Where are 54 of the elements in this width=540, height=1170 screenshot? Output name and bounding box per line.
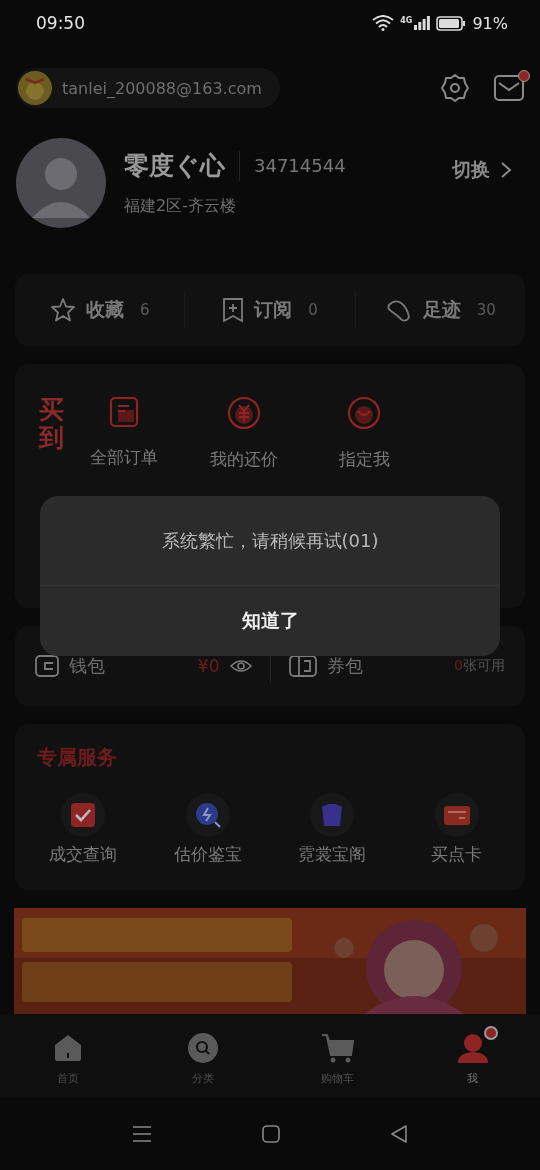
service-label[interactable]: 霓裳宝阁 xyxy=(298,843,367,866)
stat-label[interactable]: 收藏 xyxy=(85,297,124,323)
service-icon[interactable] xyxy=(434,793,479,837)
menu-icon[interactable] xyxy=(132,1125,152,1143)
eye-icon[interactable] xyxy=(229,659,252,673)
user-name: 零度ぐ心 xyxy=(124,150,225,182)
avatar-icon[interactable] xyxy=(16,138,106,228)
server-name: 福建2区-齐云楼 xyxy=(124,196,237,217)
star-icon[interactable] xyxy=(49,297,76,323)
user-icon xyxy=(456,1032,489,1063)
tab[interactable]: 我 xyxy=(405,1020,540,1092)
service-icon[interactable] xyxy=(61,793,106,837)
wallet-amount: ¥0 xyxy=(197,656,220,676)
home-button-icon[interactable] xyxy=(262,1125,280,1143)
switch-button[interactable]: 切换 xyxy=(452,157,524,183)
order-label[interactable]: 我的还价 xyxy=(210,448,278,471)
dialog-message: 系统繁忙，请稍候再试(01) xyxy=(40,496,500,586)
tab[interactable]: 分类 xyxy=(135,1020,270,1092)
status-time: 09:50 xyxy=(36,13,85,33)
avatar-icon xyxy=(18,71,52,105)
wallet-icon[interactable] xyxy=(35,655,59,677)
user-id: 34714544 xyxy=(254,155,346,176)
ok-button[interactable]: 知道了 xyxy=(40,586,500,656)
service-label[interactable]: 估价鉴宝 xyxy=(173,843,242,866)
battery-icon xyxy=(436,15,467,31)
service-icon[interactable] xyxy=(185,793,230,837)
battery-percent: 91% xyxy=(472,13,508,33)
coupon-icon[interactable] xyxy=(288,655,317,677)
service-label[interactable]: 买点卡 xyxy=(431,843,483,866)
account-pill[interactable]: tanlei_200088@163.com xyxy=(16,68,280,108)
stat-label[interactable]: 足迹 xyxy=(422,297,461,323)
order-label[interactable]: 指定我 xyxy=(338,448,390,471)
coupon-count: 0张可用 xyxy=(454,657,505,675)
coupon-label[interactable]: 券包 xyxy=(326,654,363,678)
services-title: 专属服务 xyxy=(36,744,118,771)
chevron-icon xyxy=(500,161,512,179)
service-label[interactable]: 成交查询 xyxy=(49,843,118,866)
cart-icon xyxy=(320,1032,355,1063)
stat-count: 6 xyxy=(139,301,150,319)
settings-icon[interactable] xyxy=(440,73,470,103)
stat-count: 30 xyxy=(476,301,496,319)
bookmark-icon[interactable] xyxy=(222,297,245,323)
search-icon xyxy=(187,1032,218,1063)
stat-count: 0 xyxy=(308,301,318,319)
wifi-icon xyxy=(372,15,395,31)
orders-title: 买到 xyxy=(39,396,64,451)
mail-icon[interactable] xyxy=(494,75,524,101)
home-icon xyxy=(52,1032,83,1063)
order-label[interactable]: 全部订单 xyxy=(90,446,158,469)
back-icon[interactable] xyxy=(390,1125,408,1143)
signal-icon xyxy=(414,16,431,30)
stat-label[interactable]: 订阅 xyxy=(254,297,293,323)
network-label: 4G xyxy=(400,15,413,25)
wallet-label[interactable]: 钱包 xyxy=(69,654,105,678)
